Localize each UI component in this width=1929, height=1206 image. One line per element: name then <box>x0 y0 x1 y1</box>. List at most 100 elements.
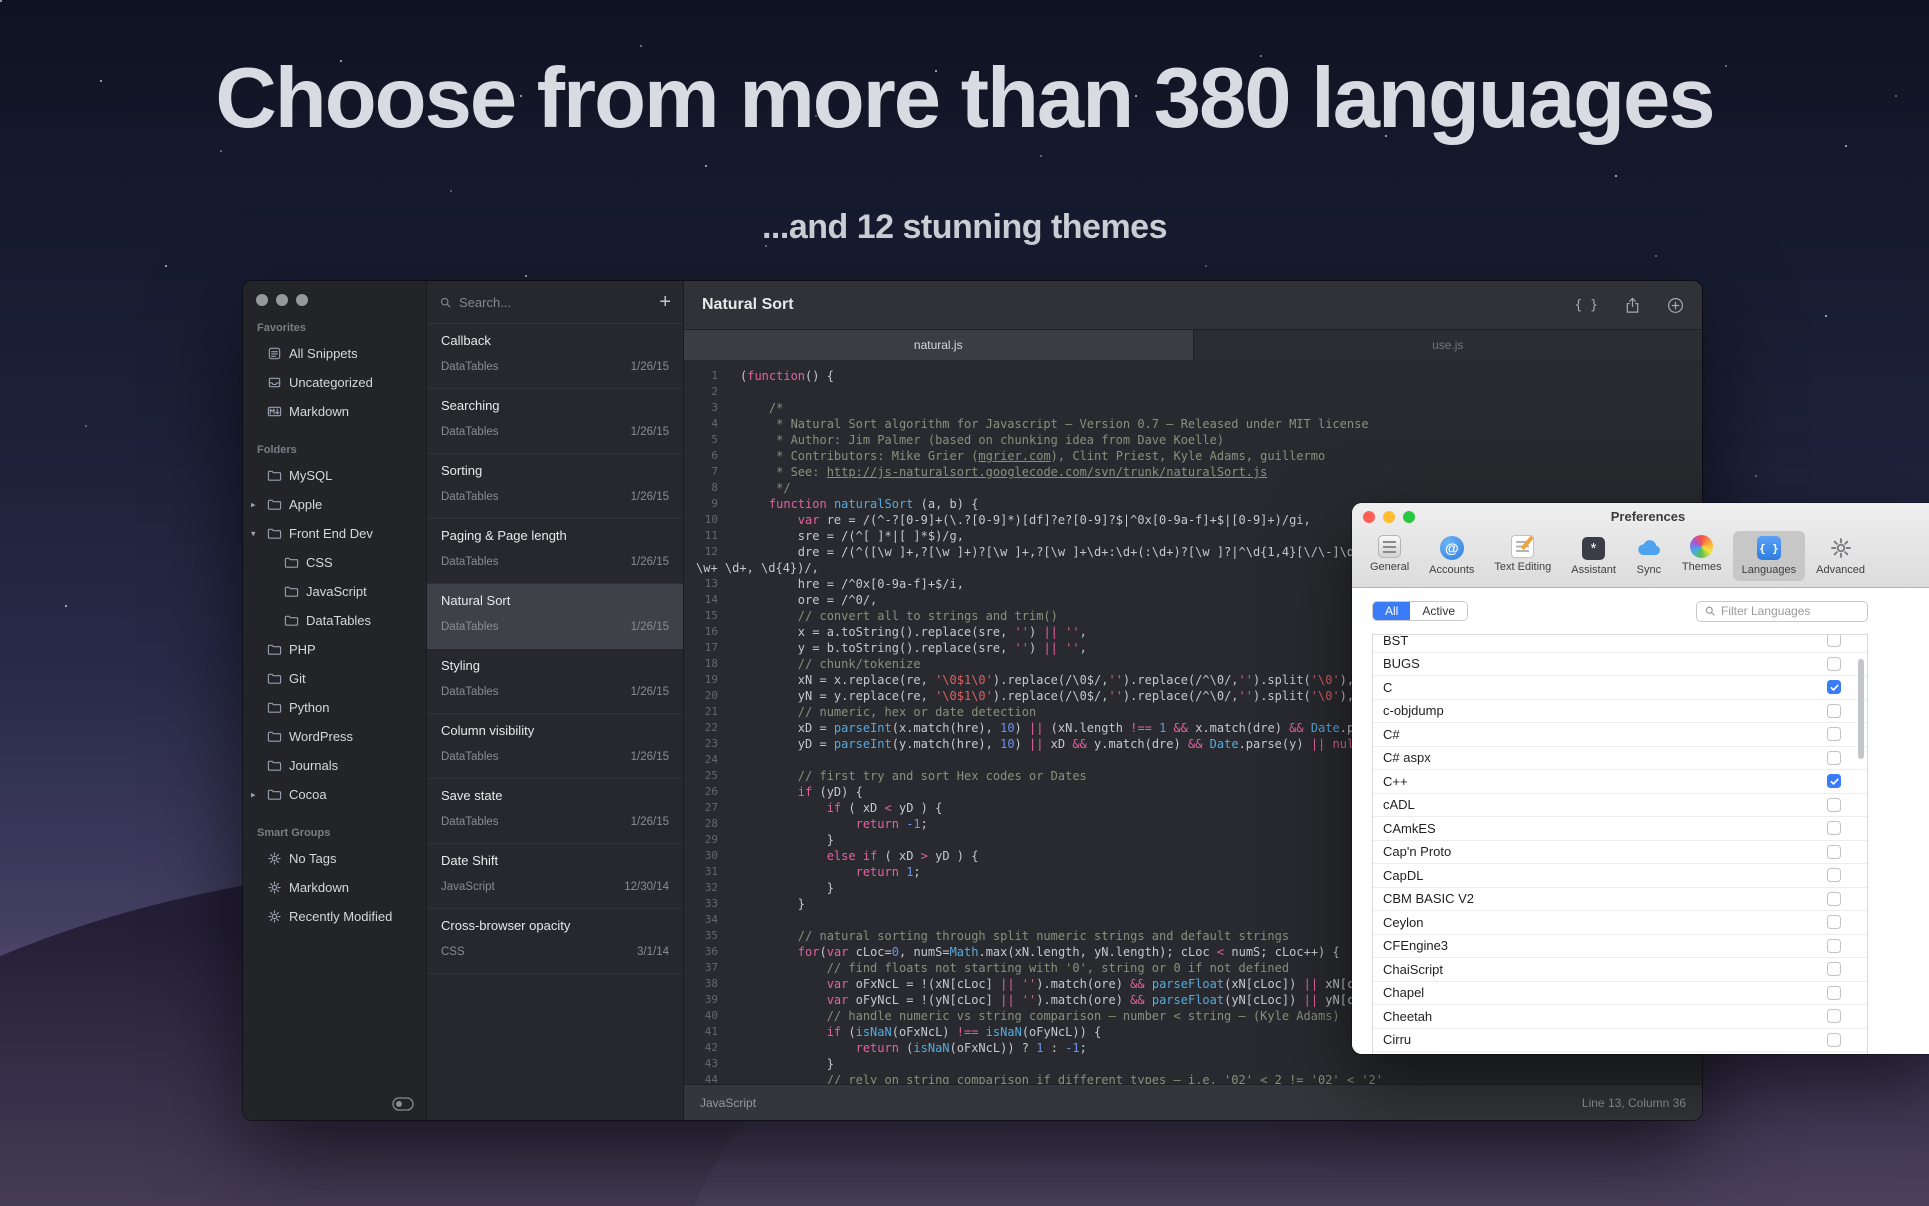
prefs-tab-general[interactable]: General <box>1361 531 1418 578</box>
language-checkbox[interactable] <box>1827 798 1841 812</box>
language-row-camkes[interactable]: CAmkES <box>1373 817 1867 841</box>
scrollbar-thumb[interactable] <box>1858 659 1864 759</box>
language-row-c[interactable]: C# <box>1373 723 1867 747</box>
language-checkbox[interactable] <box>1827 774 1841 788</box>
language-row-c-aspx[interactable]: C# aspx <box>1373 747 1867 771</box>
tab-natural-js[interactable]: natural.js <box>684 330 1194 360</box>
share-icon[interactable] <box>1624 297 1641 314</box>
prefs-tab-sync[interactable]: Sync <box>1627 531 1671 581</box>
filter-active-button[interactable]: Active <box>1410 602 1467 620</box>
prefs-tab-advanced[interactable]: Advanced <box>1807 531 1874 581</box>
prefs-tab-assistant[interactable]: *Assistant <box>1562 531 1625 581</box>
sidebar-item-cocoa[interactable]: ▸Cocoa <box>243 780 426 809</box>
sidebar-item-javascript[interactable]: JavaScript <box>243 577 426 606</box>
language-checkbox[interactable] <box>1827 704 1841 718</box>
language-row-capdl[interactable]: CapDL <box>1373 864 1867 888</box>
sidebar-item-front-end-dev[interactable]: ▾Front End Dev <box>243 519 426 548</box>
sidebar-item-php[interactable]: PHP <box>243 635 426 664</box>
line-number: 10 <box>684 512 718 528</box>
snippet-item-searching[interactable]: SearchingDataTables1/26/15 <box>427 389 683 454</box>
disclosure-collapsed-icon[interactable]: ▸ <box>251 499 256 510</box>
language-checkbox[interactable] <box>1827 751 1841 765</box>
snippet-item-column-visibility[interactable]: Column visibilityDataTables1/26/15 <box>427 714 683 779</box>
language-row-cfengine3[interactable]: CFEngine3 <box>1373 935 1867 959</box>
close-button[interactable] <box>1363 511 1375 523</box>
prefs-tab-text-editing[interactable]: Text Editing <box>1485 531 1560 578</box>
language-row-chaiscript[interactable]: ChaiScript <box>1373 958 1867 982</box>
filter-search-field[interactable]: Filter Languages <box>1696 601 1868 622</box>
filter-all-button[interactable]: All <box>1373 602 1410 620</box>
language-row-cirru[interactable]: Cirru <box>1373 1029 1867 1053</box>
language-checkbox[interactable] <box>1827 634 1841 647</box>
language-row-cap-n-proto[interactable]: Cap'n Proto <box>1373 841 1867 865</box>
sidebar-toggle-icon[interactable] <box>392 1097 414 1111</box>
language-row-c[interactable]: C++ <box>1373 770 1867 794</box>
snippet-item-save-state[interactable]: Save stateDataTables1/26/15 <box>427 779 683 844</box>
search-input[interactable]: Search... <box>459 295 511 310</box>
disclosure-collapsed-icon[interactable]: ▸ <box>251 789 256 800</box>
language-row-cbm-basic-v2[interactable]: CBM BASIC V2 <box>1373 888 1867 912</box>
language-checkbox[interactable] <box>1827 986 1841 1000</box>
sidebar-item-uncategorized[interactable]: Uncategorized <box>243 368 426 397</box>
prefs-tab-languages[interactable]: { }Languages <box>1733 531 1805 581</box>
code-line: 1(function() { <box>684 368 1702 384</box>
snippet-item-natural-sort[interactable]: Natural SortDataTables1/26/15 <box>427 584 683 649</box>
language-row-bst[interactable]: BST <box>1373 634 1867 653</box>
snippet-item-date-shift[interactable]: Date ShiftJavaScript12/30/14 <box>427 844 683 909</box>
prefs-tab-label: Assistant <box>1571 564 1616 576</box>
minimize-button[interactable] <box>1383 511 1395 523</box>
language-checkbox[interactable] <box>1827 1033 1841 1047</box>
snippet-item-cross-browser-opacity[interactable]: Cross-browser opacityCSS3/1/14 <box>427 909 683 974</box>
language-checkbox[interactable] <box>1827 821 1841 835</box>
snippet-item-sorting[interactable]: SortingDataTables1/26/15 <box>427 454 683 519</box>
language-status[interactable]: JavaScript <box>700 1096 756 1110</box>
sidebar-item-datatables[interactable]: DataTables <box>243 606 426 635</box>
snippet-item-paging-page-length[interactable]: Paging & Page lengthDataTables1/26/15 <box>427 519 683 584</box>
language-checkbox[interactable] <box>1827 868 1841 882</box>
filter-languages-input[interactable]: Filter Languages <box>1721 604 1810 618</box>
languages-scrollbar[interactable] <box>1857 635 1865 1054</box>
prefs-tab-themes[interactable]: Themes <box>1673 531 1731 578</box>
language-checkbox[interactable] <box>1827 939 1841 953</box>
minimize-button[interactable] <box>276 294 288 306</box>
language-row-bugs[interactable]: BUGS <box>1373 653 1867 677</box>
zoom-button[interactable] <box>296 294 308 306</box>
sidebar-item-no-tags[interactable]: No Tags <box>243 844 426 873</box>
sidebar-item-journals[interactable]: Journals <box>243 751 426 780</box>
sidebar-item-apple[interactable]: ▸Apple <box>243 490 426 519</box>
sidebar-item-markdown[interactable]: Markdown <box>243 873 426 902</box>
language-checkbox[interactable] <box>1827 892 1841 906</box>
language-checkbox[interactable] <box>1827 962 1841 976</box>
language-checkbox[interactable] <box>1827 845 1841 859</box>
tab-use-js[interactable]: use.js <box>1194 330 1703 360</box>
sidebar-item-python[interactable]: Python <box>243 693 426 722</box>
sidebar-item-wordpress[interactable]: WordPress <box>243 722 426 751</box>
language-row-cadl[interactable]: cADL <box>1373 794 1867 818</box>
language-checkbox[interactable] <box>1827 727 1841 741</box>
language-checkbox[interactable] <box>1827 680 1841 694</box>
snippet-item-callback[interactable]: CallbackDataTables1/26/15 <box>427 324 683 389</box>
add-snippet-button[interactable]: + <box>659 292 671 312</box>
language-checkbox[interactable] <box>1827 915 1841 929</box>
language-row-chapel[interactable]: Chapel <box>1373 982 1867 1006</box>
sidebar-item-all-snippets[interactable]: All Snippets <box>243 339 426 368</box>
prefs-tab-accounts[interactable]: @Accounts <box>1420 531 1483 581</box>
language-row-ceylon[interactable]: Ceylon <box>1373 911 1867 935</box>
language-row-c[interactable]: C <box>1373 676 1867 700</box>
sidebar-item-recently-modified[interactable]: Recently Modified <box>243 902 426 931</box>
close-button[interactable] <box>256 294 268 306</box>
sidebar-item-git[interactable]: Git <box>243 664 426 693</box>
disclosure-expanded-icon[interactable]: ▾ <box>251 528 256 539</box>
zoom-button[interactable] <box>1403 511 1415 523</box>
line-number: 38 <box>684 976 718 992</box>
language-checkbox[interactable] <box>1827 657 1841 671</box>
sidebar-item-mysql[interactable]: MySQL <box>243 461 426 490</box>
braces-icon[interactable]: { } <box>1575 298 1598 313</box>
add-fragment-icon[interactable] <box>1667 297 1684 314</box>
sidebar-item-markdown[interactable]: Markdown <box>243 397 426 426</box>
language-checkbox[interactable] <box>1827 1009 1841 1023</box>
language-row-c-objdump[interactable]: c-objdump <box>1373 700 1867 724</box>
sidebar-item-css[interactable]: CSS <box>243 548 426 577</box>
snippet-item-styling[interactable]: StylingDataTables1/26/15 <box>427 649 683 714</box>
language-row-cheetah[interactable]: Cheetah <box>1373 1005 1867 1029</box>
